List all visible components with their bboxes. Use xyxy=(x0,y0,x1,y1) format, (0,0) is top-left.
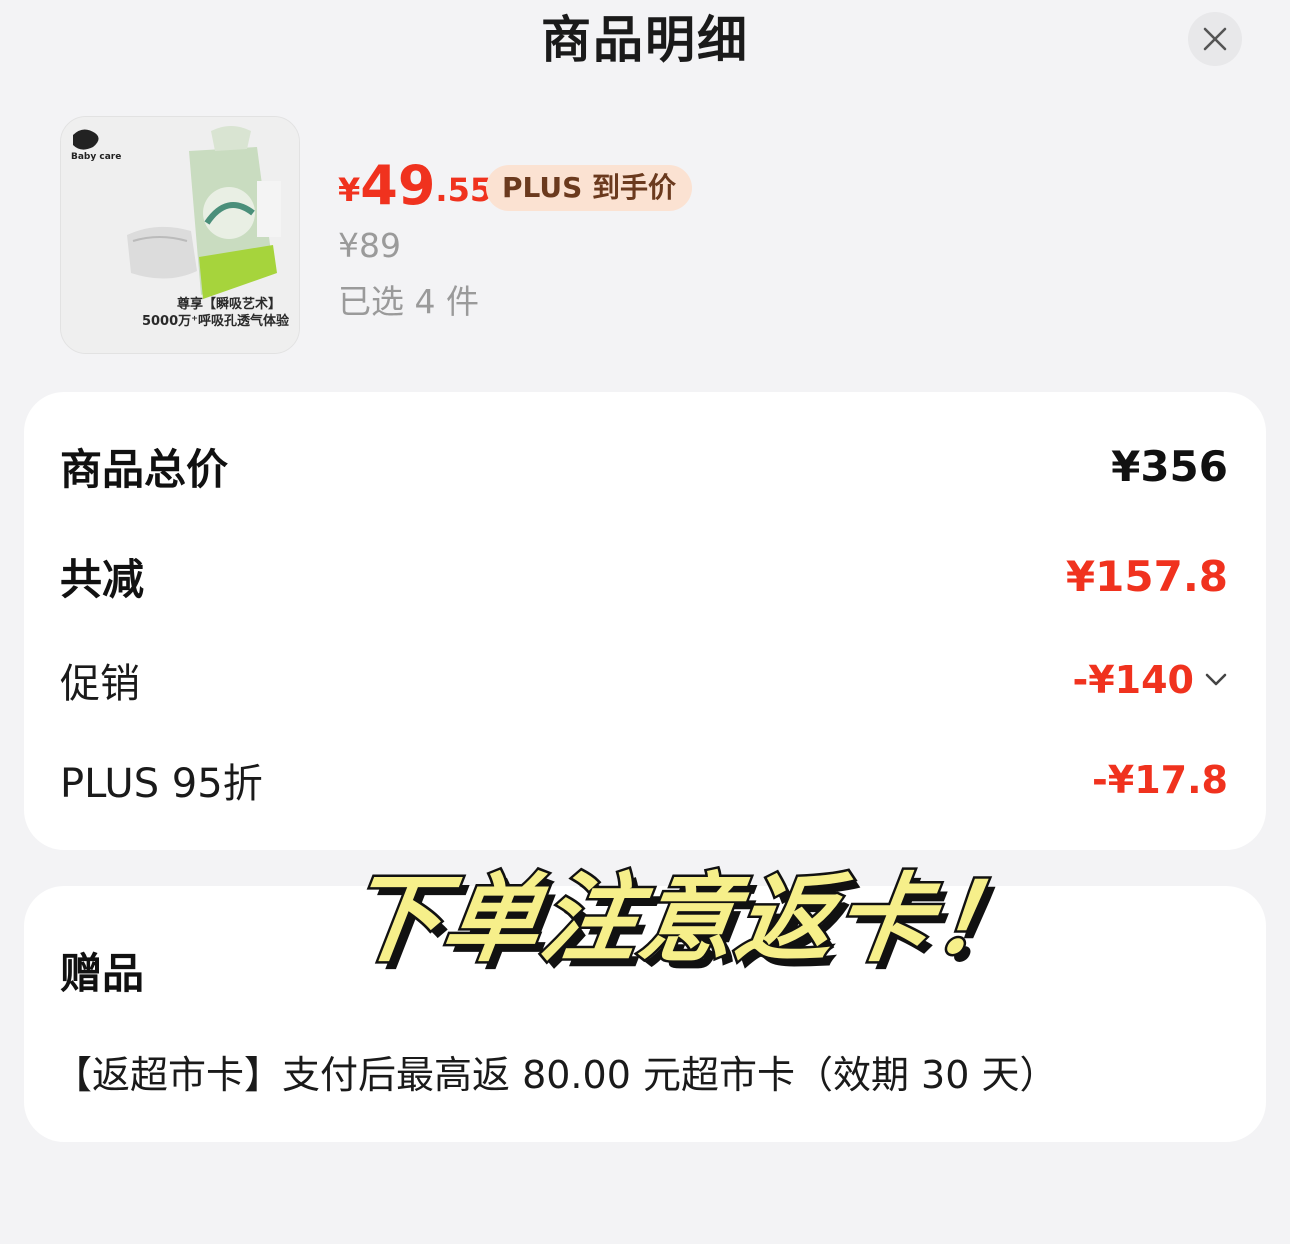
plus-discount-value: -¥17.8 xyxy=(1092,758,1228,802)
price-decimal: .55 xyxy=(435,171,493,209)
total-price-row: 商品总价 ¥356 xyxy=(60,436,1228,496)
gift-title: 赠品 xyxy=(60,949,145,998)
plus-price-badge: PLUS 到手价 xyxy=(486,165,693,211)
discount-label: 共减 xyxy=(60,554,145,604)
close-button[interactable] xyxy=(1188,12,1242,66)
overlay-text: 下单注意返卡！ xyxy=(335,860,1042,977)
selected-count: 已选 4 件 xyxy=(338,282,479,321)
chevron-down-icon xyxy=(1205,673,1227,686)
gift-description: 【返超市卡】支付后最高返 80.00 元超市卡（效期 30 天） xyxy=(54,1053,1058,1097)
page-title: 商品明细 xyxy=(541,11,749,69)
total-price-label: 商品总价 xyxy=(60,444,229,494)
plus-discount-row: PLUS 95折 -¥17.8 xyxy=(60,750,1228,810)
plus-price: ¥ 49 .55 xyxy=(338,152,492,214)
image-caption-2: 5000万⁺呼吸孔透气体验 xyxy=(141,314,289,329)
promo-value-group[interactable]: -¥140 xyxy=(1072,658,1228,702)
brand-logo-text: Baby care xyxy=(71,152,122,162)
discount-row: 共减 ¥157.8 xyxy=(60,546,1228,606)
discount-value: ¥157.8 xyxy=(1065,551,1228,601)
overlay-banner: 下单注意返卡！ xyxy=(330,850,1050,977)
product-thumbnail[interactable]: Baby care 尊享【瞬吸艺术】 5000万⁺呼吸孔透气体验 xyxy=(60,116,300,354)
original-price: ¥89 xyxy=(338,226,401,265)
price-summary-card: 商品总价 ¥356 共减 ¥157.8 促销 -¥140 PLUS 95折 -¥… xyxy=(24,392,1266,850)
price-currency: ¥ xyxy=(338,171,361,209)
promo-label: 促销 xyxy=(60,661,140,707)
close-icon xyxy=(1203,27,1227,51)
promo-row[interactable]: 促销 -¥140 xyxy=(60,650,1228,710)
promo-value: -¥140 xyxy=(1072,658,1194,702)
total-price-value: ¥356 xyxy=(1111,441,1228,491)
plus-discount-label: PLUS 95折 xyxy=(60,761,263,807)
price-integer: 49 xyxy=(360,154,436,217)
